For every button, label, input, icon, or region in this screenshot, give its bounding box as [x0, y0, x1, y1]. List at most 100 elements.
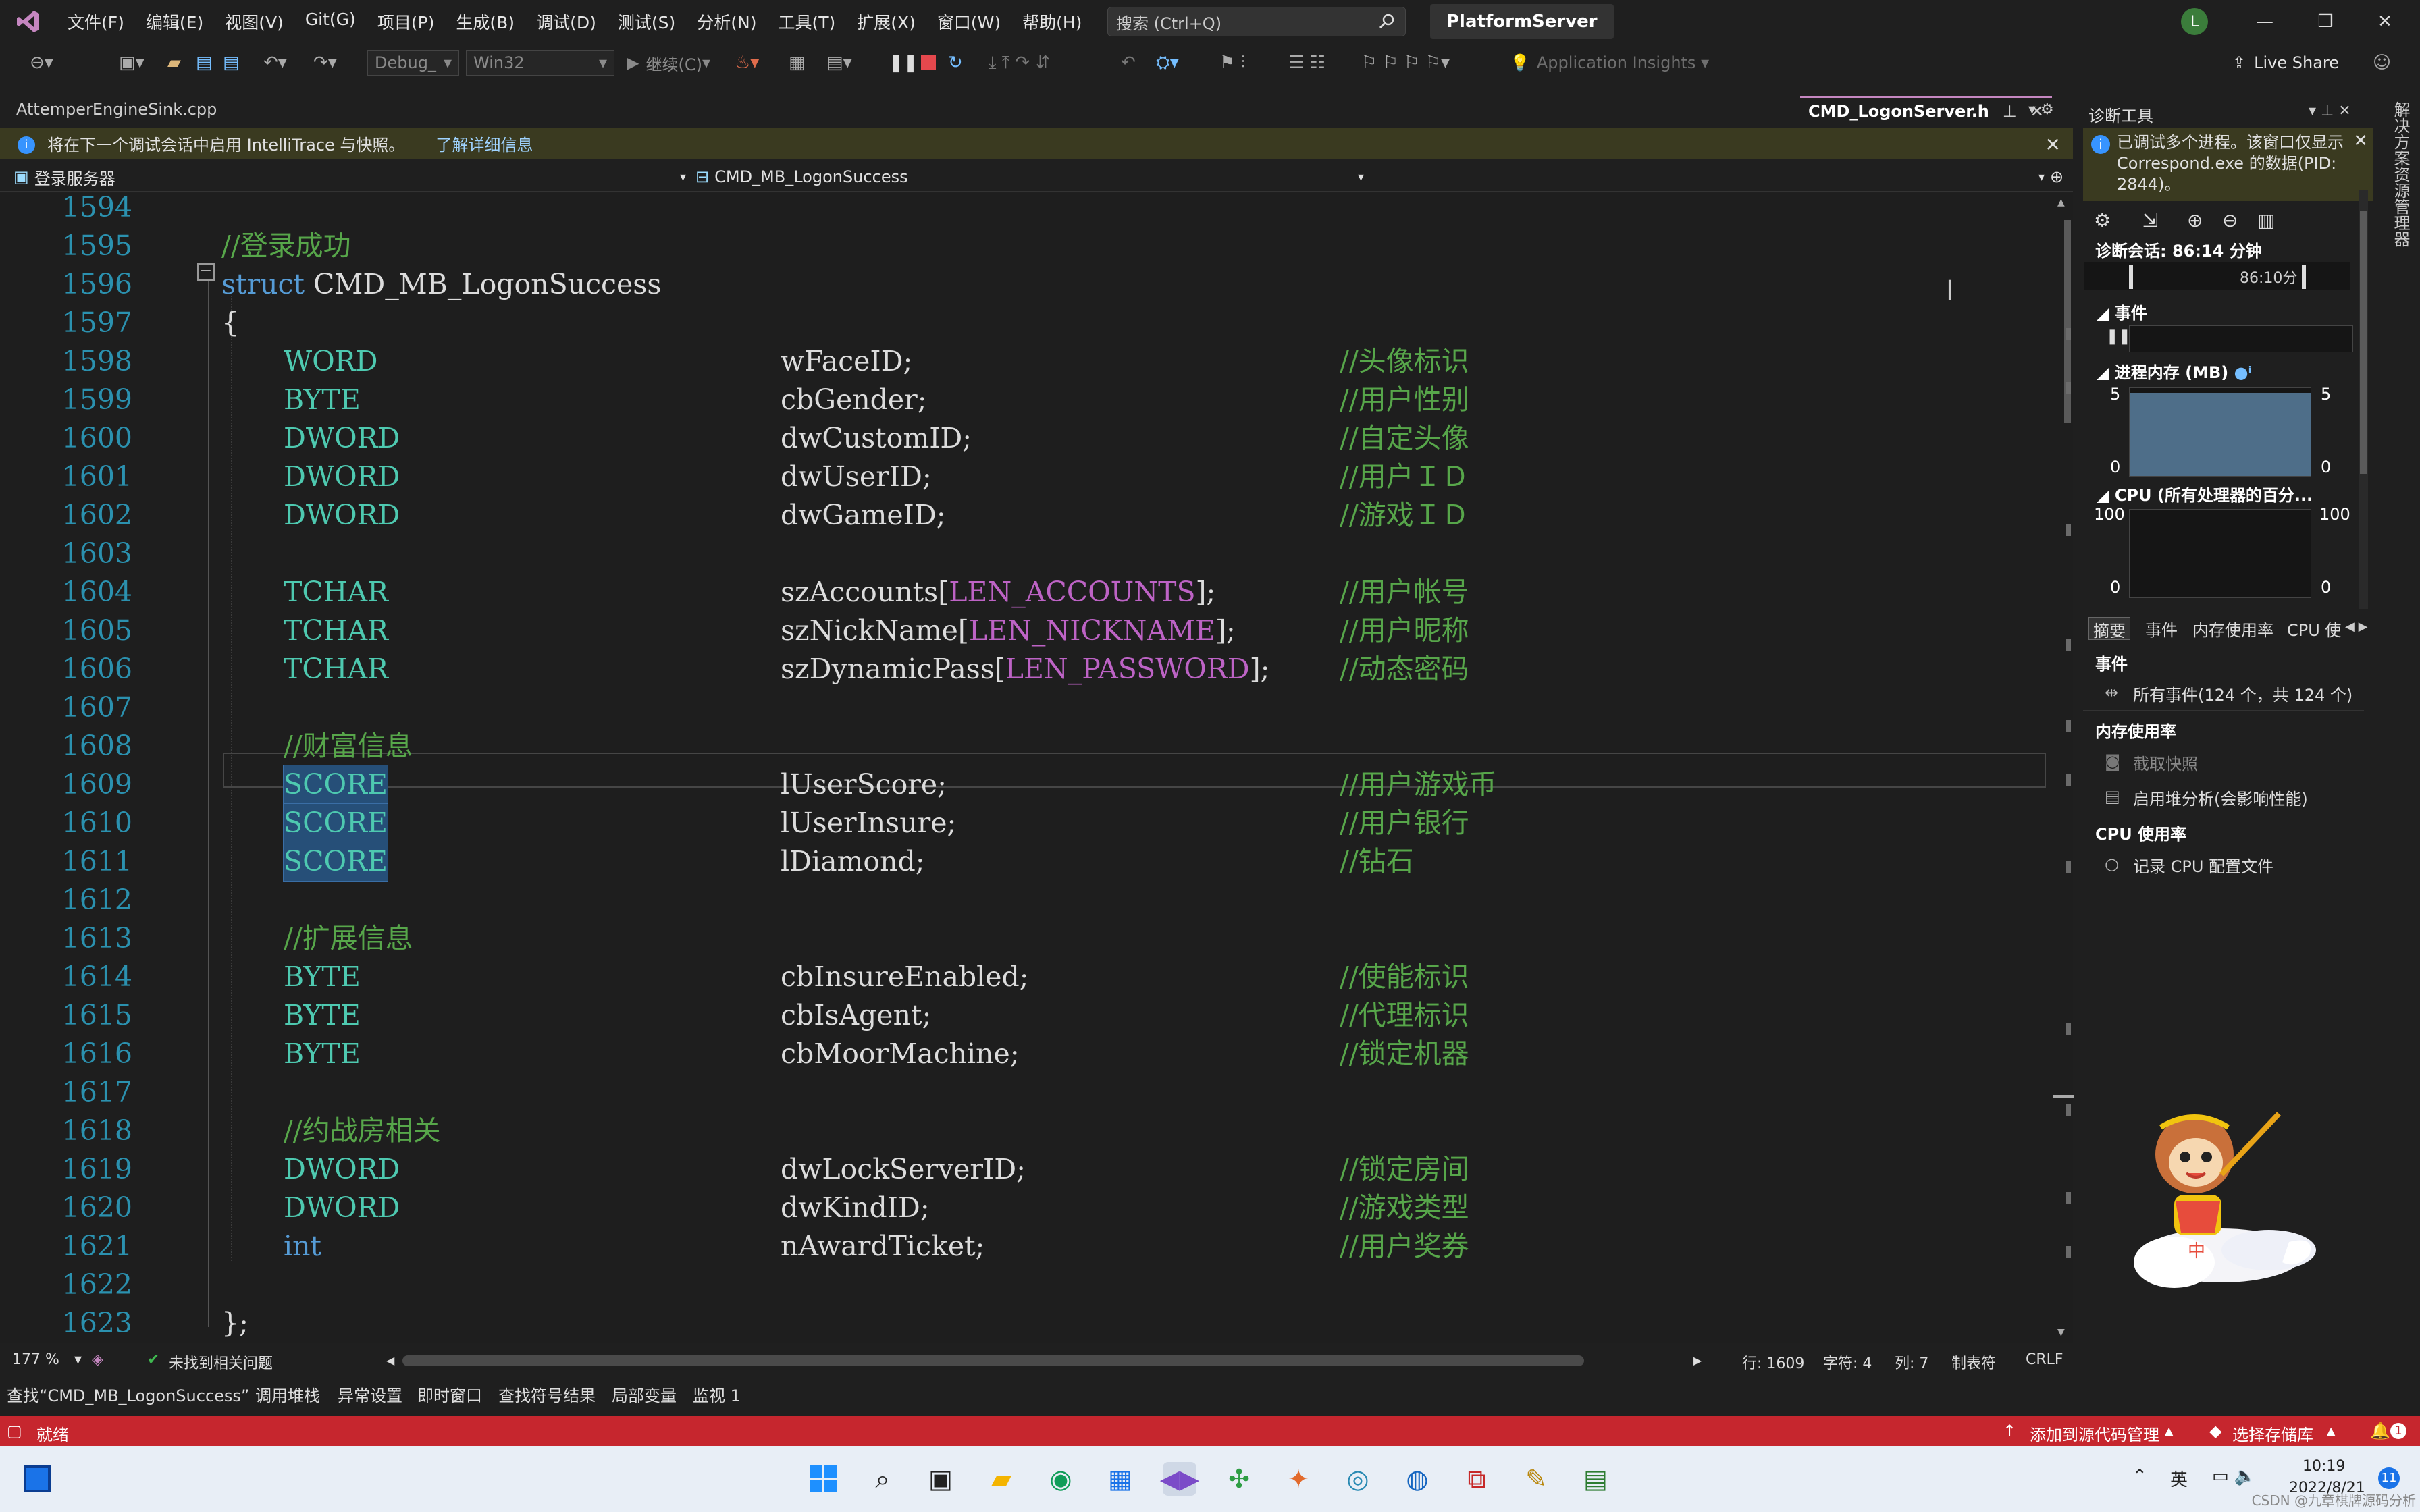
stop-icon[interactable]	[921, 51, 936, 74]
tray-chevron-icon[interactable]: ⌃	[2132, 1466, 2147, 1486]
output-icon[interactable]: ▢	[7, 1422, 22, 1440]
export-icon[interactable]: ⇲	[2142, 209, 2158, 232]
hot-reload-icon[interactable]: ♨▾	[735, 51, 759, 74]
restart-icon[interactable]: ↻	[948, 51, 963, 74]
pin-icon[interactable]: ⊥	[2003, 102, 2017, 121]
edge-icon[interactable]: ◉	[1044, 1462, 1078, 1496]
add-to-source-control[interactable]: 添加到源代码管理	[2030, 1422, 2159, 1445]
thread-icon[interactable]: ⚑ ⫶	[1219, 51, 1245, 74]
menu-item[interactable]: 窗口(W)	[926, 9, 1011, 34]
new-project-icon[interactable]: ▣▾	[119, 51, 144, 74]
menu-item[interactable]: 扩展(X)	[846, 9, 926, 34]
record-cpu-profile[interactable]: 记录 CPU 配置文件	[2133, 853, 2273, 877]
zoom-out-icon[interactable]: ⊖	[2222, 209, 2238, 232]
scope-dropdown[interactable]: ⊟ CMD_MB_LogonSuccess ▾	[695, 165, 1364, 189]
tool-tab-find-symbol[interactable]: 查找符号结果	[498, 1382, 596, 1406]
network-icon[interactable]: ▭ 🔈	[2212, 1466, 2256, 1486]
step-into-icon[interactable]: ⤓ ⤒ ↷ ⇵	[989, 51, 1050, 74]
pause-events-icon[interactable]: ❚❚	[2106, 328, 2131, 345]
tab-scroll-icon[interactable]: ◀ ▶	[2345, 620, 2367, 634]
menu-item[interactable]: 工具(T)	[767, 9, 846, 34]
tab-attemper-engine-sink[interactable]: AttemperEngineSink.cpp	[7, 96, 226, 123]
notification-bell-icon[interactable]: 🔔	[2370, 1422, 2390, 1440]
task-view-icon[interactable]: ▣	[924, 1462, 957, 1496]
diag-scrollbar[interactable]	[2359, 190, 2368, 609]
menu-item[interactable]: 分析(N)	[686, 9, 767, 34]
tab-events[interactable]: 事件	[2141, 617, 2182, 640]
scroll-up-icon[interactable]: ▲	[2057, 197, 2065, 208]
menu-item[interactable]: 生成(B)	[445, 9, 525, 34]
redo-icon[interactable]: ↷▾	[313, 51, 337, 74]
notification-badge[interactable]: 11	[2378, 1467, 2400, 1489]
file-explorer-icon[interactable]: ▰	[984, 1462, 1018, 1496]
app-icon-7[interactable]: ▤	[1579, 1462, 1612, 1496]
config-dropdown[interactable]: Debug_ ▾	[367, 50, 459, 76]
menu-item[interactable]: 项目(P)	[367, 9, 446, 34]
infobar-close-icon[interactable]: ✕	[2045, 134, 2061, 156]
memory-section[interactable]: ◢ 进程内存 (MB) ●ⁱ	[2097, 359, 2252, 383]
vertical-scrollbar[interactable]: ▲ ▼	[2053, 193, 2074, 1343]
tool-tab-locals[interactable]: 局部变量	[612, 1382, 677, 1406]
widgets-icon[interactable]	[20, 1462, 54, 1496]
events-section[interactable]: ◢ 事件	[2097, 300, 2147, 323]
visual-studio-logo-icon[interactable]	[0, 0, 57, 43]
app-icon-2[interactable]: ✦	[1282, 1462, 1315, 1496]
all-events-link[interactable]: 所有事件(124 个，共 124 个)	[2133, 682, 2352, 705]
continue-button[interactable]: ▶ 继续(C) ▾	[627, 51, 710, 74]
tool-tab-immediate[interactable]: 即时窗口	[417, 1382, 482, 1406]
code-editor[interactable]: − 1594 1595//登录成功 1596 struct CMD_MB_LogonS…	[0, 193, 2073, 1343]
tab-summary[interactable]: 摘要	[2088, 617, 2130, 641]
store-icon[interactable]: ▦	[1103, 1462, 1137, 1496]
save-all-icon[interactable]: ▤	[223, 51, 240, 74]
line-ending[interactable]: CRLF	[2026, 1351, 2063, 1368]
app-icon-4[interactable]: ◍	[1400, 1462, 1434, 1496]
zoom-dropdown-icon[interactable]: ▾	[74, 1351, 82, 1368]
application-insights-button[interactable]: 💡 Application Insights ▾	[1510, 51, 1709, 74]
intellicode-icon[interactable]: ◈	[92, 1351, 103, 1368]
menu-item[interactable]: 视图(V)	[214, 9, 294, 34]
tool-tab-exception-settings[interactable]: 异常设置	[338, 1382, 402, 1406]
learn-more-link[interactable]: 了解详细信息	[436, 132, 533, 155]
app-icon-5[interactable]: ⧉	[1460, 1462, 1494, 1496]
tab-memory[interactable]: 内存使用率	[2188, 617, 2278, 640]
close-icon[interactable]: ✕	[2353, 131, 2368, 152]
timeline-end-handle[interactable]	[2302, 265, 2306, 289]
format-icon[interactable]: ☰ ☷	[1288, 51, 1325, 74]
solution-name[interactable]: PlatformServer	[1430, 4, 1614, 39]
timeline[interactable]: 86:10分	[2084, 262, 2350, 290]
avatar[interactable]: L	[2181, 8, 2208, 35]
app-icon-3[interactable]: ◎	[1341, 1462, 1375, 1496]
tab-cpu[interactable]: CPU 使	[2283, 617, 2345, 640]
menu-item[interactable]: 帮助(H)	[1011, 9, 1093, 34]
line-number[interactable]: 行: 1609	[1742, 1351, 1804, 1373]
menu-item[interactable]: 调试(D)	[525, 9, 607, 34]
enable-heap-profiling[interactable]: 启用堆分析(会影响性能)	[2133, 786, 2308, 809]
zoom-in-icon[interactable]: ⊕	[2187, 209, 2203, 232]
menu-item[interactable]: Git(G)	[294, 9, 367, 34]
process-icon[interactable]: ▦	[789, 51, 806, 74]
solution-explorer-tab[interactable]: 解决方案资源管理器	[2389, 101, 2413, 247]
minimize-icon[interactable]: —	[2251, 8, 2278, 35]
back-icon[interactable]: ⊖▾	[30, 51, 53, 74]
cpu-section[interactable]: ◢ CPU (所有处理器的百分...	[2097, 482, 2313, 506]
scroll-down-icon[interactable]: ▼	[2057, 1327, 2065, 1338]
chart-icon[interactable]: ▥	[2257, 209, 2275, 232]
pause-icon[interactable]: ❚❚	[889, 51, 918, 74]
app-icon-6[interactable]: ✎	[1519, 1462, 1553, 1496]
tab-setting[interactable]: 制表符	[1951, 1351, 1996, 1373]
scroll-right-icon[interactable]: ▶	[1693, 1354, 1702, 1367]
live-share-button[interactable]: ⇪ Live Share	[2232, 51, 2339, 74]
step-back-icon[interactable]: ↶	[1121, 51, 1136, 74]
timeline-start-handle[interactable]	[2129, 265, 2133, 289]
feedback-icon[interactable]: ☺	[2373, 51, 2391, 74]
tool-tab-find[interactable]: 查找“CMD_MB_LogonSuccess”	[7, 1382, 249, 1406]
breakpoints-icon[interactable]: ⛭▾	[1156, 51, 1179, 74]
open-folder-icon[interactable]: ▰	[167, 51, 181, 74]
close-icon[interactable]: ✕	[2371, 8, 2398, 35]
member-dropdown[interactable]: ▾	[1371, 165, 2045, 189]
start-icon[interactable]	[806, 1462, 840, 1496]
horizontal-scrollbar[interactable]	[402, 1355, 1584, 1366]
take-snapshot-button[interactable]: 截取快照	[2133, 751, 2198, 774]
platform-dropdown[interactable]: Win32 ▾	[466, 50, 614, 76]
save-icon[interactable]: ▤	[196, 51, 213, 74]
